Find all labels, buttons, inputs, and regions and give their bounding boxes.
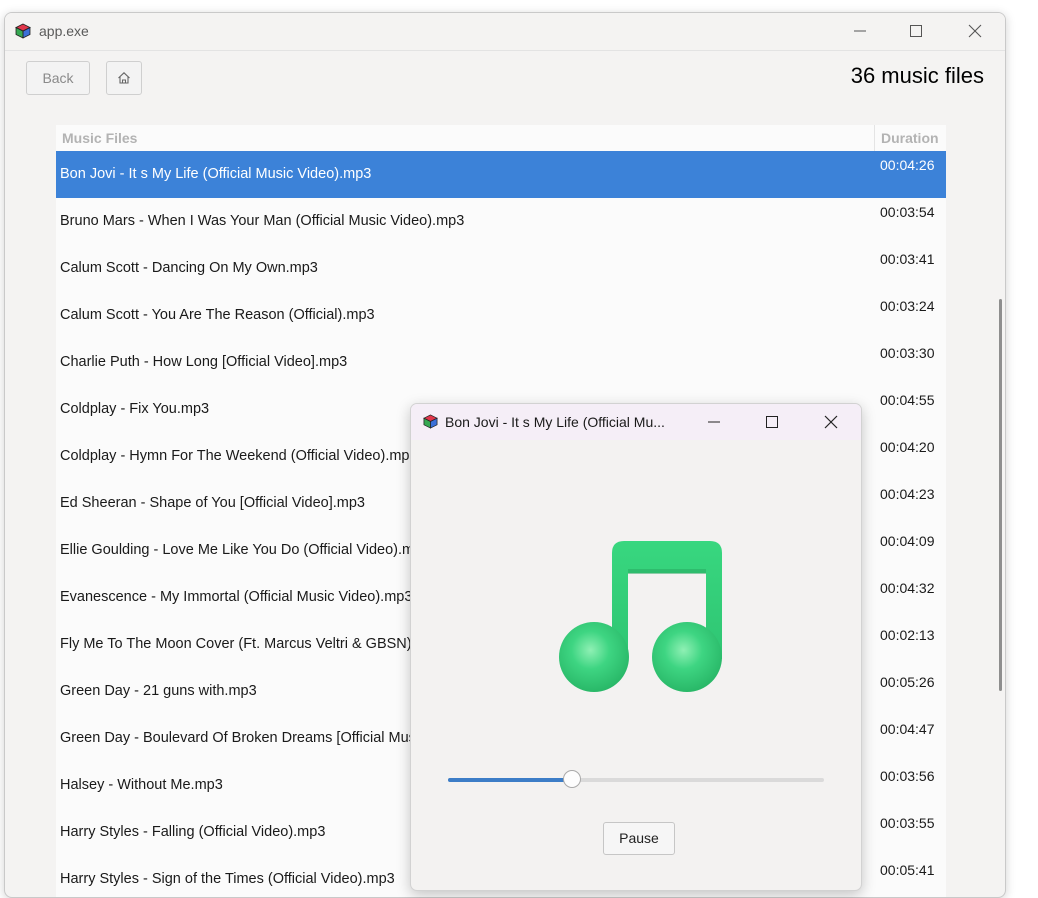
maximize-icon xyxy=(766,416,778,428)
minimize-icon xyxy=(854,30,866,32)
track-name: Ellie Goulding - Love Me Like You Do (Of… xyxy=(60,542,431,558)
slider-fill xyxy=(448,778,573,782)
music-note-icon xyxy=(559,541,722,692)
column-header-music-files[interactable]: Music Files xyxy=(62,125,137,151)
track-duration: 00:04:23 xyxy=(880,486,935,502)
track-name: Bruno Mars - When I Was Your Man (Offici… xyxy=(60,213,465,229)
table-row[interactable]: Calum Scott - You Are The Reason (Offici… xyxy=(56,292,946,339)
table-row[interactable]: Bruno Mars - When I Was Your Man (Offici… xyxy=(56,198,946,245)
track-duration: 00:03:56 xyxy=(880,768,935,784)
track-duration: 00:05:26 xyxy=(880,674,935,690)
minimize-icon xyxy=(708,421,720,423)
app-icon xyxy=(15,23,31,39)
player-maximize-button[interactable] xyxy=(752,404,792,440)
home-icon xyxy=(118,72,130,84)
maximize-button[interactable] xyxy=(893,13,939,49)
track-name: Harry Styles - Falling (Official Video).… xyxy=(60,824,326,840)
track-duration: 00:04:20 xyxy=(880,439,935,455)
track-duration: 00:04:32 xyxy=(880,580,935,596)
minimize-button[interactable] xyxy=(837,13,883,49)
track-name: Calum Scott - Dancing On My Own.mp3 xyxy=(60,260,318,276)
track-name: Ed Sheeran - Shape of You [Official Vide… xyxy=(60,495,365,511)
maximize-icon xyxy=(910,25,922,37)
pause-button[interactable]: Pause xyxy=(603,822,675,855)
vertical-scrollbar[interactable] xyxy=(999,299,1002,691)
home-button[interactable] xyxy=(106,61,142,95)
track-duration: 00:04:47 xyxy=(880,721,935,737)
close-button[interactable] xyxy=(952,13,998,49)
track-name: Charlie Puth - How Long [Official Video]… xyxy=(60,354,348,370)
file-count-label: 36 music files xyxy=(850,63,984,88)
track-duration: 00:04:55 xyxy=(880,392,935,408)
table-row[interactable]: Calum Scott - Dancing On My Own.mp3 00:03… xyxy=(56,245,946,292)
track-duration: 00:03:41 xyxy=(880,251,935,267)
player-window: Bon Jovi - It s My Life (Official Mu... xyxy=(410,403,862,891)
track-duration: 00:03:24 xyxy=(880,298,935,314)
table-row[interactable]: Bon Jovi - It s My Life (Official Music … xyxy=(56,151,946,198)
player-close-button[interactable] xyxy=(811,404,851,440)
track-duration: 00:02:13 xyxy=(880,627,935,643)
track-name: Bon Jovi - It s My Life (Official Music … xyxy=(60,166,372,182)
track-name: Fly Me To The Moon Cover (Ft. Marcus Vel… xyxy=(60,636,444,652)
title-bar[interactable]: app.exe xyxy=(5,13,1005,51)
column-divider[interactable] xyxy=(874,125,875,151)
app-icon xyxy=(423,414,438,429)
track-name: Green Day - 21 guns with.mp3 xyxy=(60,683,257,699)
close-icon xyxy=(824,415,838,429)
window-title: app.exe xyxy=(39,23,89,39)
track-duration: 00:03:30 xyxy=(880,345,935,361)
track-name: Calum Scott - You Are The Reason (Offici… xyxy=(60,307,375,323)
track-duration: 00:04:26 xyxy=(880,157,935,173)
close-icon xyxy=(968,24,982,38)
player-minimize-button[interactable] xyxy=(694,404,734,440)
track-name: Halsey - Without Me.mp3 xyxy=(60,777,223,793)
back-button[interactable]: Back xyxy=(26,61,90,95)
slider-thumb[interactable] xyxy=(563,770,582,788)
track-duration: 00:03:55 xyxy=(880,815,935,831)
track-name: Coldplay - Hymn For The Weekend (Officia… xyxy=(60,448,418,464)
track-name: Harry Styles - Sign of the Times (Offici… xyxy=(60,871,395,887)
player-title-bar[interactable]: Bon Jovi - It s My Life (Official Mu... xyxy=(411,404,861,440)
track-duration: 00:03:54 xyxy=(880,204,935,220)
column-header-duration[interactable]: Duration xyxy=(881,125,939,151)
track-name: Coldplay - Fix You.mp3 xyxy=(60,401,210,417)
table-row[interactable]: Charlie Puth - How Long [Official Video]… xyxy=(56,339,946,386)
track-duration: 00:05:41 xyxy=(880,862,935,878)
track-name: Evanescence - My Immortal (Official Musi… xyxy=(60,589,413,605)
playback-progress-slider[interactable] xyxy=(448,770,824,788)
track-duration: 00:04:09 xyxy=(880,533,935,549)
player-title: Bon Jovi - It s My Life (Official Mu... xyxy=(445,414,665,430)
